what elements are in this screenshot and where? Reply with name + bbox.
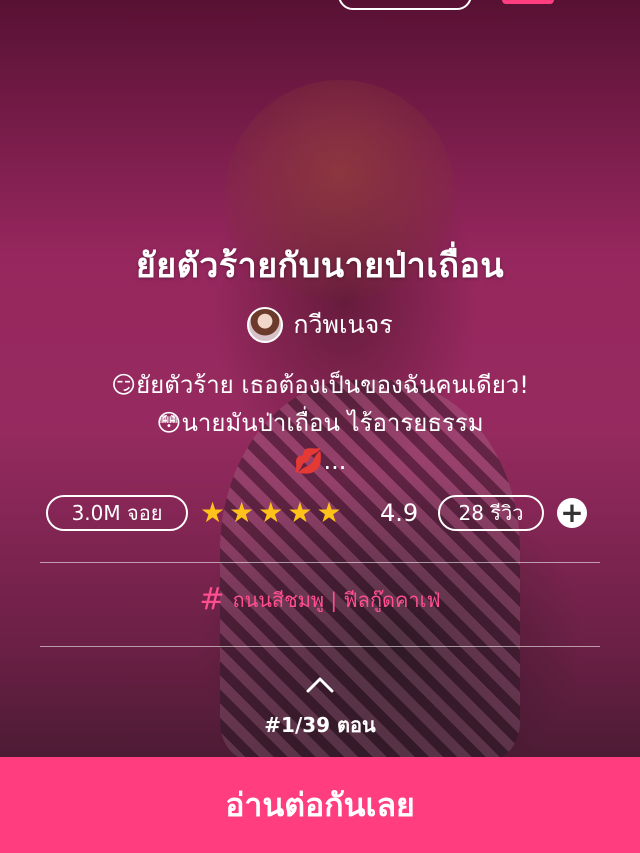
- synopsis-line: 😳นายมันป่าเถื่อน ไร้อารยธรรม: [156, 409, 484, 437]
- divider: [40, 646, 600, 647]
- plus-circle-icon[interactable]: +: [557, 498, 587, 528]
- story-title: ยัยตัวร้ายกับนายป่าเถื่อน: [135, 246, 505, 286]
- star-icon: ★: [287, 496, 313, 529]
- story-synopsis: 😏ยัยตัวร้าย เธอต้องเป็นของฉันคนเดียว! 😳น…: [0, 366, 640, 480]
- read-now-button[interactable]: อ่านต่อกันเลย: [0, 757, 640, 853]
- top-pill-button[interactable]: [338, 0, 472, 10]
- star-icon: ★: [229, 496, 255, 529]
- stats-row: 3.0M จอย ★ ★ ★ ★ ★ 4.9 28 รีวิว +: [0, 495, 640, 535]
- star-rating: ★ ★ ★ ★ ★: [200, 497, 342, 529]
- author-row[interactable]: กวีพเนจร: [0, 305, 640, 345]
- chevron-up-icon[interactable]: [306, 674, 334, 694]
- views-badge: 3.0M จอย: [46, 495, 188, 531]
- tag-row[interactable]: # ถนนสีชมพู | ฟีลกู๊ดคาเฟ่: [0, 580, 640, 620]
- synopsis-line: 💋...: [293, 447, 347, 475]
- divider: [40, 562, 600, 563]
- tag-text[interactable]: ถนนสีชมพู | ฟีลกู๊ดคาเฟ่: [232, 584, 440, 616]
- hashtag-icon: #: [199, 582, 225, 617]
- star-icon: ★: [258, 496, 284, 529]
- top-badge: [502, 0, 554, 4]
- star-icon: ★: [316, 496, 342, 529]
- author-name[interactable]: กวีพเนจร: [293, 305, 392, 345]
- episode-counter: #1/39 ตอน: [264, 713, 376, 737]
- author-avatar[interactable]: [247, 307, 284, 343]
- rating-value: 4.9: [380, 499, 419, 527]
- star-icon: ★: [200, 496, 226, 529]
- synopsis-line: 😏ยัยตัวร้าย เธอต้องเป็นของฉันคนเดียว!: [111, 371, 529, 399]
- reviews-button[interactable]: 28 รีวิว: [438, 495, 544, 531]
